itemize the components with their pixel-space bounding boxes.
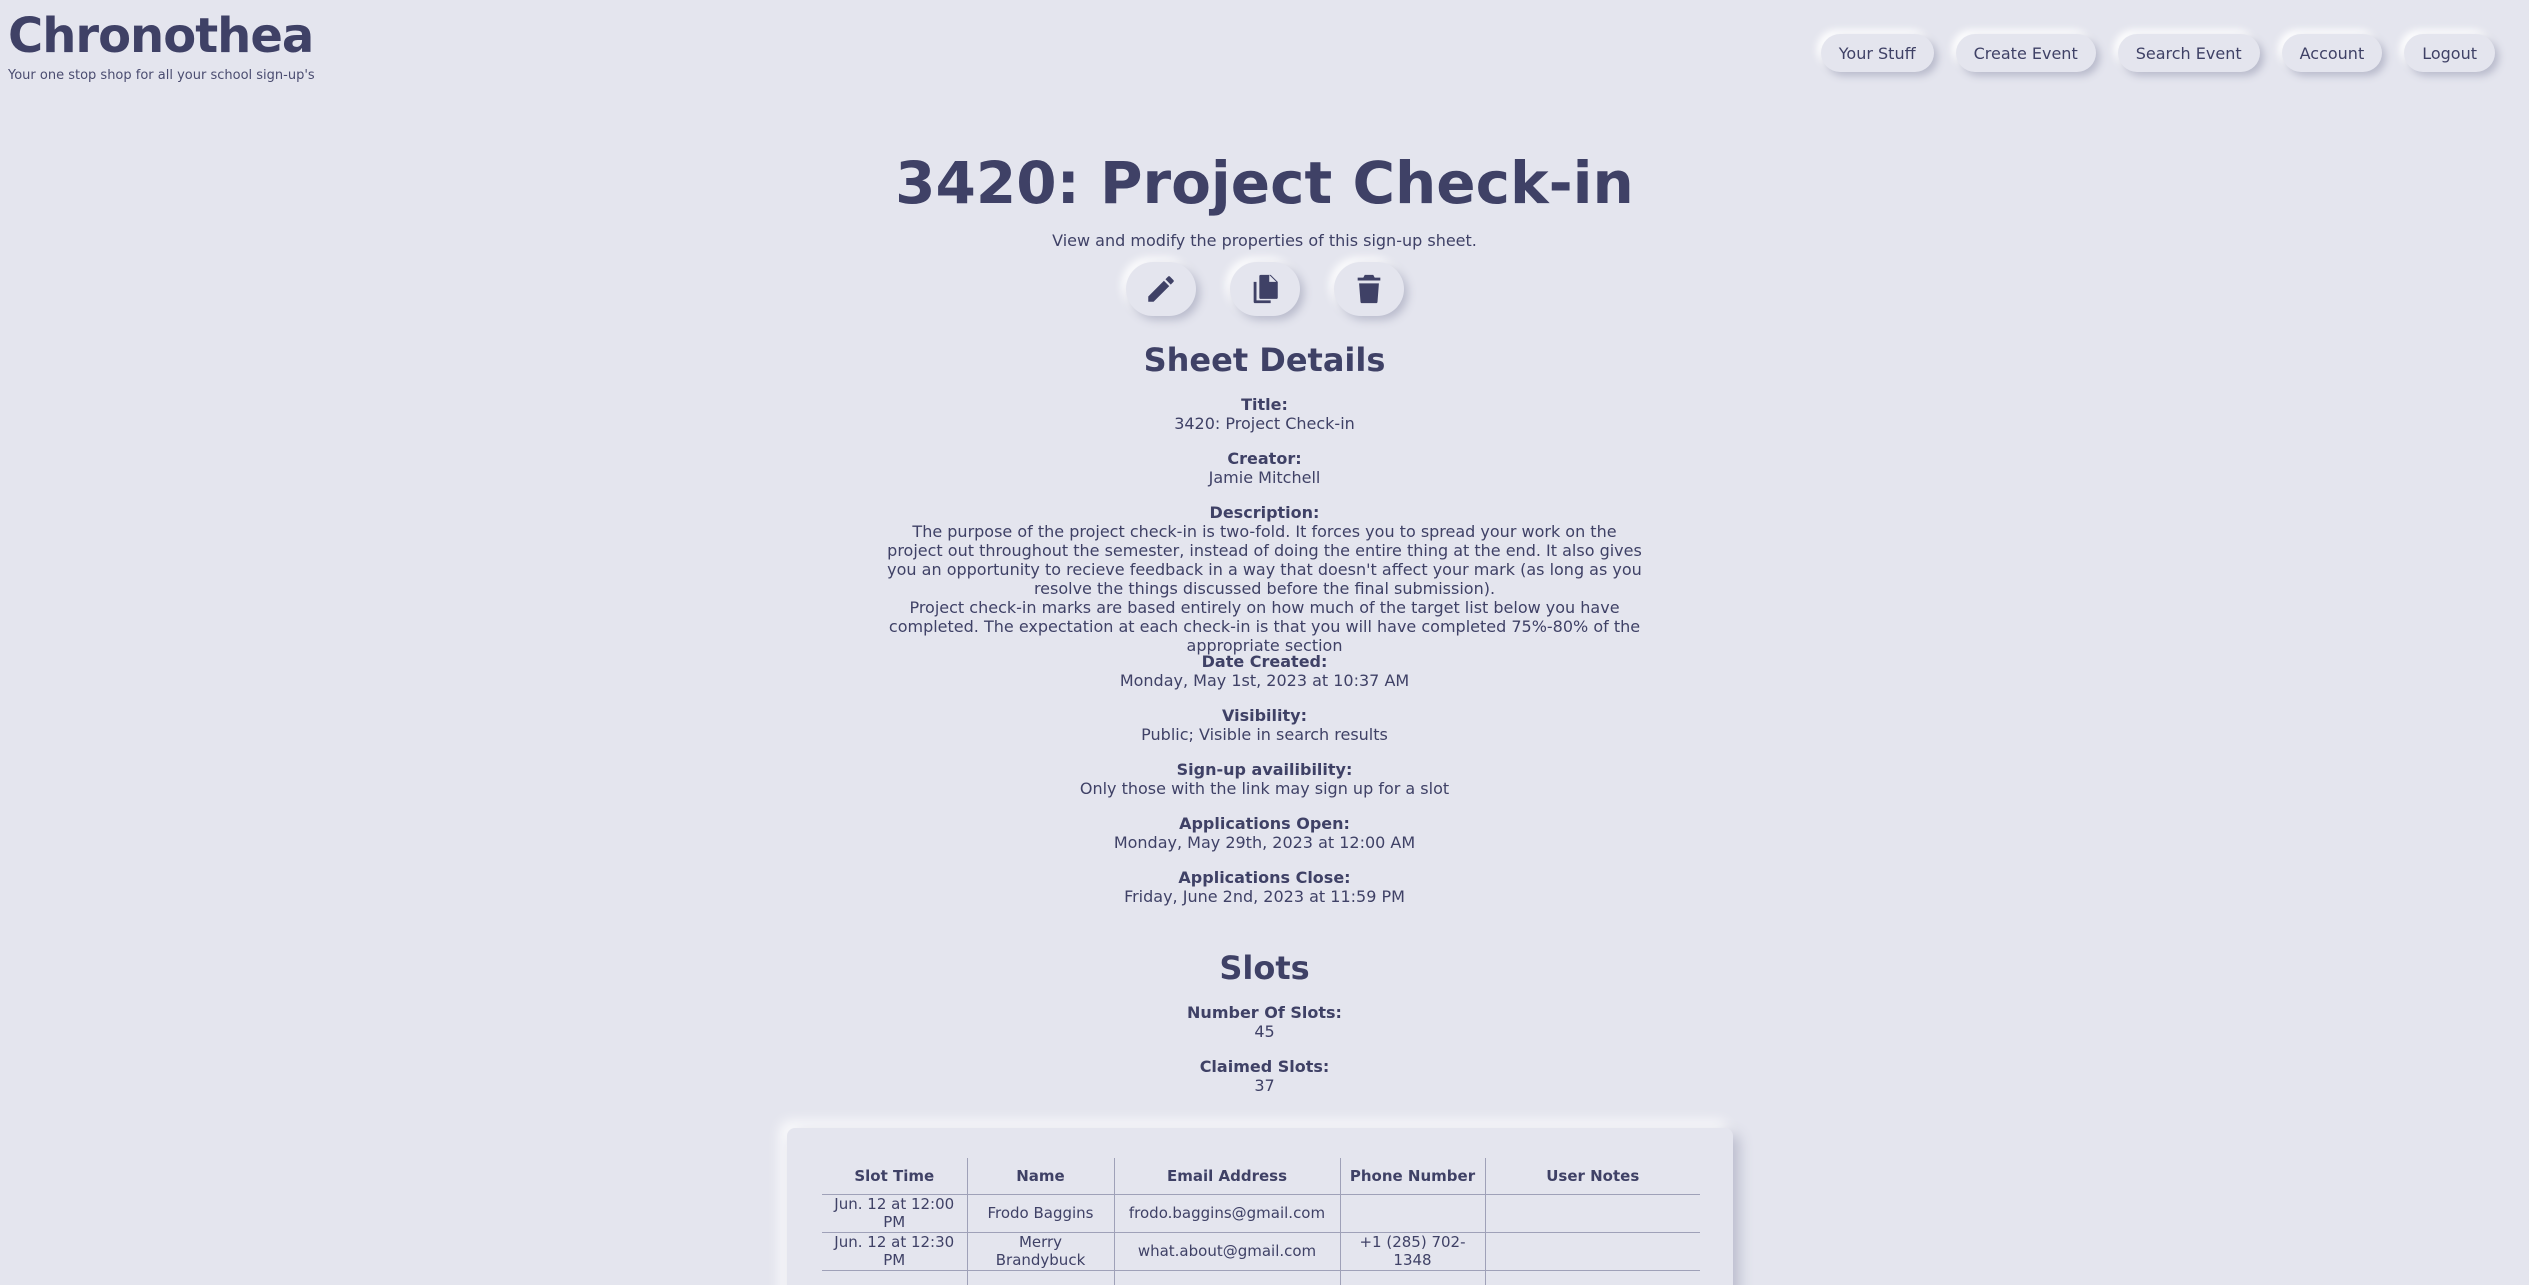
creator-label: Creator: xyxy=(1227,449,1302,468)
name-cell: Frodo Baggins xyxy=(967,1194,1115,1233)
applications-open-field: Applications Open: Monday, May 29th, 202… xyxy=(0,814,2529,852)
user-notes-cell xyxy=(1485,1194,1700,1233)
brand: Chronothea Your one stop shop for all yo… xyxy=(8,6,315,84)
delete-button[interactable] xyxy=(1333,262,1404,316)
email-cell xyxy=(1114,1270,1341,1285)
nav-search-event-button[interactable]: Search Event xyxy=(2117,34,2260,72)
title-label: Title: xyxy=(1241,395,1288,414)
number-of-slots-field: Number Of Slots: 45 xyxy=(0,1003,2529,1041)
slot-time-cell: Jun. 12 at 12:30 PM xyxy=(822,1232,968,1271)
applications-close-value: Friday, June 2nd, 2023 at 11:59 PM xyxy=(1124,887,1405,906)
description-field: Description: The purpose of the project … xyxy=(0,503,2529,655)
applications-close-label: Applications Close: xyxy=(1178,868,1351,887)
slots-table: Slot Time Name Email Address Phone Numbe… xyxy=(822,1158,1700,1285)
claimed-slots-field: Claimed Slots: 37 xyxy=(0,1057,2529,1095)
description-paragraph-1: The purpose of the project check-in is t… xyxy=(887,522,1642,598)
title-field: Title: 3420: Project Check-in xyxy=(0,395,2529,433)
date-created-value: Monday, May 1st, 2023 at 10:37 AM xyxy=(1119,671,1410,690)
applications-open-value: Monday, May 29th, 2023 at 12:00 AM xyxy=(1113,833,1416,852)
page-title: 3420: Project Check-in xyxy=(895,149,1634,217)
column-header-email: Email Address xyxy=(1114,1158,1341,1195)
email-cell: frodo.baggins@gmail.com xyxy=(1114,1194,1341,1233)
visibility-label: Visibility: xyxy=(1222,706,1307,725)
slots-heading: Slots xyxy=(1219,949,1310,987)
slots-table-card: Slot Time Name Email Address Phone Numbe… xyxy=(787,1128,1733,1285)
title-value: 3420: Project Check-in xyxy=(1174,414,1355,433)
signup-availability-value: Only those with the link may sign up for… xyxy=(1079,779,1450,798)
copy-button[interactable] xyxy=(1229,262,1300,316)
column-header-phone: Phone Number xyxy=(1340,1158,1486,1195)
sheet-details-heading: Sheet Details xyxy=(1143,341,1386,379)
column-header-user-notes: User Notes xyxy=(1485,1158,1700,1195)
nav-your-stuff-button[interactable]: Your Stuff xyxy=(1820,34,1934,72)
nav-create-event-button[interactable]: Create Event xyxy=(1955,34,2096,72)
creator-field: Creator: Jamie Mitchell xyxy=(0,449,2529,487)
description-paragraph-2: Project check-in marks are based entirel… xyxy=(888,598,1641,655)
number-of-slots-value: 45 xyxy=(1254,1022,1275,1041)
edit-button[interactable] xyxy=(1125,262,1196,316)
phone-cell xyxy=(1340,1270,1486,1285)
nav-account-button[interactable]: Account xyxy=(2281,34,2383,72)
user-notes-cell xyxy=(1485,1232,1700,1271)
phone-cell xyxy=(1340,1194,1486,1233)
top-nav: Your Stuff Create Event Search Event Acc… xyxy=(1820,34,2495,72)
page-subtitle: View and modify the properties of this s… xyxy=(1052,231,1477,250)
sheet-actions xyxy=(0,262,2529,316)
table-row[interactable]: Jun. 12 at 12:00 PM Frodo Baggins frodo.… xyxy=(822,1194,1700,1233)
table-header-row: Slot Time Name Email Address Phone Numbe… xyxy=(822,1158,1700,1195)
pencil-icon xyxy=(1147,276,1174,302)
applications-close-field: Applications Close: Friday, June 2nd, 20… xyxy=(0,868,2529,906)
column-header-slot-time: Slot Time xyxy=(822,1158,968,1195)
slot-time-cell xyxy=(822,1270,968,1285)
signup-availability-label: Sign-up availibility: xyxy=(1176,760,1353,779)
claimed-slots-value: 37 xyxy=(1254,1076,1275,1095)
name-cell xyxy=(967,1270,1115,1285)
visibility-field: Visibility: Public; Visible in search re… xyxy=(0,706,2529,744)
app-title[interactable]: Chronothea xyxy=(8,6,315,66)
table-row[interactable]: Jun. 12 at 12:30 PM Merry Brandybuck wha… xyxy=(822,1232,1700,1271)
copy-icon xyxy=(1253,274,1278,304)
date-created-field: Date Created: Monday, May 1st, 2023 at 1… xyxy=(0,652,2529,690)
email-cell: what.about@gmail.com xyxy=(1114,1232,1341,1271)
claimed-slots-label: Claimed Slots: xyxy=(1199,1057,1330,1076)
signup-availability-field: Sign-up availibility: Only those with th… xyxy=(0,760,2529,798)
trash-icon xyxy=(1357,274,1380,304)
column-header-name: Name xyxy=(967,1158,1115,1195)
name-cell: Merry Brandybuck xyxy=(967,1232,1115,1271)
number-of-slots-label: Number Of Slots: xyxy=(1187,1003,1342,1022)
date-created-label: Date Created: xyxy=(1201,652,1328,671)
visibility-value: Public; Visible in search results xyxy=(1141,725,1388,744)
slot-time-cell: Jun. 12 at 12:00 PM xyxy=(822,1194,968,1233)
creator-value: Jamie Mitchell xyxy=(1208,468,1321,487)
nav-logout-button[interactable]: Logout xyxy=(2404,34,2495,72)
user-notes-cell xyxy=(1485,1270,1700,1285)
table-row[interactable] xyxy=(822,1270,1700,1285)
description-label: Description: xyxy=(1209,503,1320,522)
applications-open-label: Applications Open: xyxy=(1179,814,1350,833)
phone-cell: +1 (285) 702-1348 xyxy=(1340,1232,1486,1271)
app-tagline: Your one stop shop for all your school s… xyxy=(8,68,315,83)
